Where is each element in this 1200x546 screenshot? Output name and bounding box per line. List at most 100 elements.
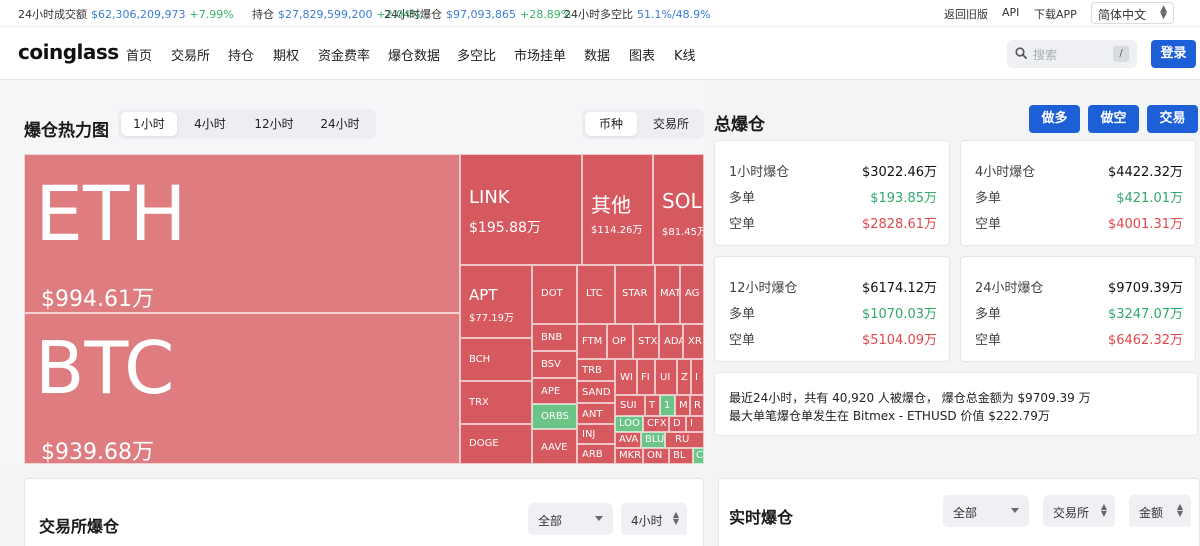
treemap-cell-sol[interactable]: SOL $81.45万 xyxy=(653,154,704,265)
liq-total-value: $9709.39万 xyxy=(1107,281,1183,296)
treemap-cell-eth[interactable]: ETH $994.61万 xyxy=(24,154,460,313)
treemap-cell-ru[interactable]: RU xyxy=(665,432,704,448)
nav-item-data[interactable]: 数据 xyxy=(584,45,610,64)
nav-item-kline[interactable]: K线 xyxy=(674,45,696,64)
treemap-cell-blu[interactable]: BLU xyxy=(641,432,665,448)
cell-bsv-name: BSV xyxy=(541,359,561,370)
treemap-cell-ftm[interactable]: FTM xyxy=(577,324,607,359)
treemap-cell-mkr[interactable]: MKR xyxy=(615,448,643,464)
realtime-filter-exchange-label: 交易所 xyxy=(1053,506,1090,520)
nav-item-liquidations[interactable]: 爆仓数据 xyxy=(388,45,440,64)
tab-12h[interactable]: 12小时 xyxy=(242,112,306,136)
treemap-cell-inj[interactable]: INJ xyxy=(577,424,615,444)
treemap-cell-ada[interactable]: ADA xyxy=(659,324,683,359)
nav-item-charts[interactable]: 图表 xyxy=(629,45,655,64)
nav-item-options[interactable]: 期权 xyxy=(273,45,299,64)
language-label: 简体中文 xyxy=(1098,8,1147,22)
treemap-cell-ape[interactable]: APE xyxy=(532,378,577,404)
treemap-cell-stx[interactable]: STX xyxy=(633,324,659,359)
realtime-filter-exchange[interactable]: 交易所 ▲ ▼ xyxy=(1043,495,1115,527)
exchange-filter-select[interactable]: 全部 xyxy=(528,503,613,535)
trade-button[interactable]: 交易 xyxy=(1147,105,1198,133)
treemap-cell-star[interactable]: STAR xyxy=(615,265,655,324)
cell-apt-value: $77.19万 xyxy=(469,313,514,324)
download-app-link[interactable]: 下载APP xyxy=(1034,6,1077,22)
cell-eth-name: ETH xyxy=(35,169,187,258)
treemap-cell-aave[interactable]: AAVE xyxy=(532,429,577,464)
nav-item-funding-rate[interactable]: 资金费率 xyxy=(318,45,370,64)
treemap-cell-dot[interactable]: DOT xyxy=(532,265,577,324)
treemap-cell-loo[interactable]: LOO xyxy=(615,416,643,432)
treemap-cell-bl[interactable]: BL xyxy=(669,448,693,464)
cell-bch-name: BCH xyxy=(469,354,491,365)
language-select[interactable]: 简体中文 ▲ ▼ xyxy=(1091,2,1174,24)
cell-d-name: D xyxy=(673,418,681,429)
treemap-cell-ant[interactable]: ANT xyxy=(577,403,615,424)
nav-item-long-short[interactable]: 多空比 xyxy=(457,45,496,64)
treemap-cell-z[interactable]: Z xyxy=(677,359,691,395)
treemap-cell-r[interactable]: R xyxy=(690,395,704,416)
treemap-cell-mat[interactable]: MAT xyxy=(655,265,680,324)
treemap-cell-i2[interactable]: I xyxy=(686,416,704,432)
old-version-link[interactable]: 返回旧版 xyxy=(944,6,988,22)
treemap-cell-d[interactable]: D xyxy=(669,416,686,432)
treemap-cell-doge[interactable]: DOGE xyxy=(460,424,532,464)
treemap-cell-btc[interactable]: BTC $939.68万 xyxy=(24,313,460,464)
treemap-cell-xr[interactable]: XR xyxy=(683,324,704,359)
treemap-cell-ava[interactable]: AVA xyxy=(615,432,641,448)
logo[interactable]: coinglass xyxy=(18,40,119,64)
treemap-cell-apt[interactable]: APT $77.19万 xyxy=(460,265,532,338)
tab-24h[interactable]: 24小时 xyxy=(308,112,372,136)
treemap-cell-bsv[interactable]: BSV xyxy=(532,351,577,378)
tab-1h[interactable]: 1小时 xyxy=(121,112,177,136)
treemap-cell-fi[interactable]: FI xyxy=(637,359,655,395)
treemap-cell-ui[interactable]: UI xyxy=(655,359,677,395)
login-button[interactable]: 登录 xyxy=(1151,40,1196,68)
treemap-cell-1[interactable]: 1 xyxy=(660,395,675,416)
treemap-cell-c[interactable]: C xyxy=(693,448,704,464)
realtime-filter-all[interactable]: 全部 xyxy=(943,495,1029,527)
treemap-cell-trx[interactable]: TRX xyxy=(460,381,532,424)
treemap-cell-t[interactable]: T xyxy=(645,395,660,416)
tab-coin[interactable]: 币种 xyxy=(585,112,637,136)
search-input[interactable]: 搜索 xyxy=(1033,46,1057,63)
realtime-filter-amount[interactable]: 金额 ▲ ▼ xyxy=(1129,495,1191,527)
cell-loo-name: LOO xyxy=(619,418,640,429)
nav-item-open-interest[interactable]: 持仓 xyxy=(228,45,254,64)
treemap-cell-sui[interactable]: SUI xyxy=(615,395,645,416)
search-box[interactable]: 搜索 / xyxy=(1007,40,1137,68)
time-filter-select[interactable]: 4小时 ▲ ▼ xyxy=(621,503,687,535)
treemap-cell-op[interactable]: OP xyxy=(607,324,633,359)
cell-wi-name: WI xyxy=(620,372,633,383)
treemap-cell-ag[interactable]: AG xyxy=(680,265,704,324)
short-button[interactable]: 做空 xyxy=(1088,105,1139,133)
treemap-cell-on[interactable]: ON xyxy=(643,448,669,464)
liq-row-short: 空单 $6462.32万 xyxy=(975,329,1183,349)
treemap-cell-orbs[interactable]: ORBS xyxy=(532,404,577,429)
treemap-cell-cfx[interactable]: CFX xyxy=(643,416,669,432)
treemap-cell-ltc[interactable]: LTC xyxy=(577,265,615,324)
tab-exchange[interactable]: 交易所 xyxy=(640,112,702,136)
treemap-cell-i[interactable]: I xyxy=(691,359,704,395)
tab-4h[interactable]: 4小时 xyxy=(180,112,240,136)
treemap-cell-bch[interactable]: BCH xyxy=(460,338,532,381)
nav-item-order-book[interactable]: 市场挂单 xyxy=(514,45,566,64)
treemap-cell-other[interactable]: 其他 $114.26万 xyxy=(582,154,653,265)
treemap-cell-link[interactable]: LINK $195.88万 xyxy=(460,154,582,265)
cell-c-name: C xyxy=(696,450,703,461)
treemap-cell-m[interactable]: M xyxy=(675,395,690,416)
treemap-cell-wi[interactable]: WI xyxy=(615,359,637,395)
cell-bl-name: BL xyxy=(673,450,686,461)
liquidation-treemap: ETH $994.61万 BTC $939.68万 LINK $195.88万 … xyxy=(24,154,704,464)
treemap-cell-sand[interactable]: SAND xyxy=(577,381,615,403)
long-button[interactable]: 做多 xyxy=(1029,105,1080,133)
treemap-cell-arb[interactable]: ARB xyxy=(577,444,615,464)
treemap-cell-bnb[interactable]: BNB xyxy=(532,324,577,351)
api-link[interactable]: API xyxy=(1002,6,1019,19)
treemap-cell-trb[interactable]: TRB xyxy=(577,359,615,381)
nav-item-exchanges[interactable]: 交易所 xyxy=(171,45,210,64)
cell-sol-name: SOL xyxy=(662,189,702,213)
exchange-filter-label: 全部 xyxy=(538,514,563,528)
liq-card-4h: 4小时爆仓 $4422.32万 多单 $421.01万 空单 $4001.31万 xyxy=(960,140,1196,246)
nav-item-home[interactable]: 首页 xyxy=(126,45,152,64)
